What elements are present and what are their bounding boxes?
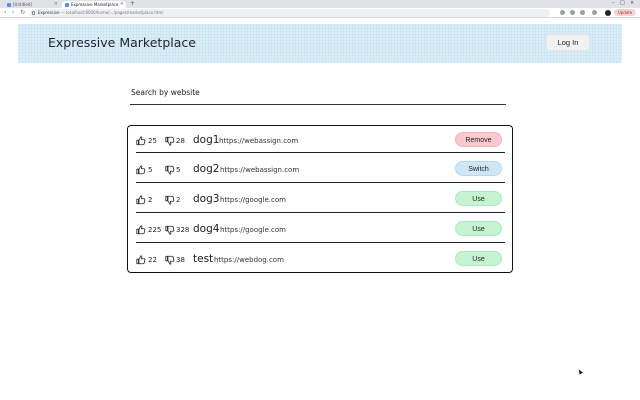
dislike-count: 28 [176, 137, 185, 145]
browser-tab-bar: [Untitled] × Expressive Marketplace × + … [0, 0, 640, 8]
forward-icon[interactable]: › [12, 9, 14, 17]
dislike-count: 38 [176, 256, 185, 264]
extension-icon[interactable] [570, 10, 575, 15]
thumbs-down-icon[interactable] [165, 255, 175, 265]
url-field[interactable]: Expressive — localhost:8000/home/.../pag… [30, 9, 550, 17]
new-tab-button[interactable]: + [130, 0, 135, 7]
item-website: https://google.com [220, 196, 286, 204]
row-divider [136, 242, 505, 244]
url-host: Expressive [38, 10, 60, 15]
item-name: dog1 [193, 134, 220, 146]
like-count: 25 [148, 137, 157, 145]
browser-tab[interactable]: [Untitled] × [4, 1, 60, 8]
item-website: https://webassign.com [219, 137, 299, 145]
row-divider [136, 182, 505, 184]
profile-avatar[interactable] [605, 10, 611, 16]
header-banner: Expressive Marketplace Log In [18, 24, 622, 63]
like-count: 2 [148, 196, 153, 204]
item-website: https://google.com [220, 226, 286, 234]
favicon-icon [65, 3, 69, 7]
thumbs-up-icon[interactable] [136, 225, 146, 235]
browser-tab-active[interactable]: Expressive Marketplace × [62, 1, 126, 8]
tab-label: [Untitled] [13, 2, 32, 7]
dislike-count: 2 [176, 196, 181, 204]
maximize-icon[interactable]: □ [620, 0, 625, 7]
minimize-icon[interactable]: – [612, 0, 615, 7]
extension-icon[interactable] [560, 10, 565, 15]
item-name: dog2 [193, 163, 220, 175]
item-name: dog4 [193, 223, 220, 235]
mouse-cursor-icon [577, 368, 583, 375]
use-button[interactable]: Use [455, 221, 502, 236]
close-window-icon[interactable]: × [630, 0, 634, 7]
thumbs-up-icon[interactable] [136, 195, 146, 205]
back-icon[interactable]: ‹ [4, 9, 6, 17]
tab-label: Expressive Marketplace [71, 2, 119, 7]
close-tab-icon[interactable]: × [54, 1, 58, 8]
login-button[interactable]: Log In [546, 34, 590, 51]
extension-icon[interactable] [580, 10, 585, 15]
search-input[interactable]: Search by website [131, 88, 200, 97]
dislike-count: 5 [176, 166, 181, 174]
switch-button[interactable]: Switch [455, 161, 502, 176]
remove-button[interactable]: Remove [455, 132, 502, 147]
url-path: — localhost:8000/home/.../pages/marketpl… [59, 10, 164, 15]
like-count: 5 [148, 166, 153, 174]
item-name: dog3 [193, 193, 220, 205]
search-underline [130, 104, 506, 105]
lock-icon [32, 11, 35, 15]
dislike-count: 328 [176, 226, 190, 234]
row-divider [136, 152, 505, 154]
reload-icon[interactable]: ↻ [20, 9, 25, 17]
thumbs-down-icon[interactable] [165, 136, 175, 146]
thumbs-up-icon[interactable] [136, 165, 146, 175]
thumbs-up-icon[interactable] [136, 255, 146, 265]
update-button[interactable]: Update [614, 9, 636, 16]
address-bar-row: ‹ › ↻ Expressive — localhost:8000/home/.… [0, 8, 640, 18]
puzzle-icon[interactable] [592, 10, 597, 15]
like-count: 225 [148, 226, 162, 234]
item-website: https://webassign.com [220, 166, 300, 174]
like-count: 22 [148, 256, 157, 264]
item-name: test [193, 253, 214, 265]
thumbs-up-icon[interactable] [136, 136, 146, 146]
row-divider [136, 212, 505, 214]
marketplace-list: 25 28 dog1 https://webassign.com Remove … [127, 125, 513, 273]
item-website: https://webdog.com [214, 256, 284, 264]
thumbs-down-icon[interactable] [165, 225, 175, 235]
close-tab-icon[interactable]: × [120, 1, 124, 8]
favicon-icon [7, 3, 11, 7]
use-button[interactable]: Use [455, 251, 502, 266]
use-button[interactable]: Use [455, 191, 502, 206]
thumbs-down-icon[interactable] [165, 195, 175, 205]
thumbs-down-icon[interactable] [165, 165, 175, 175]
list-item: 22 38 test https://webdog.com Use [128, 246, 512, 276]
page-title: Expressive Marketplace [48, 35, 196, 50]
